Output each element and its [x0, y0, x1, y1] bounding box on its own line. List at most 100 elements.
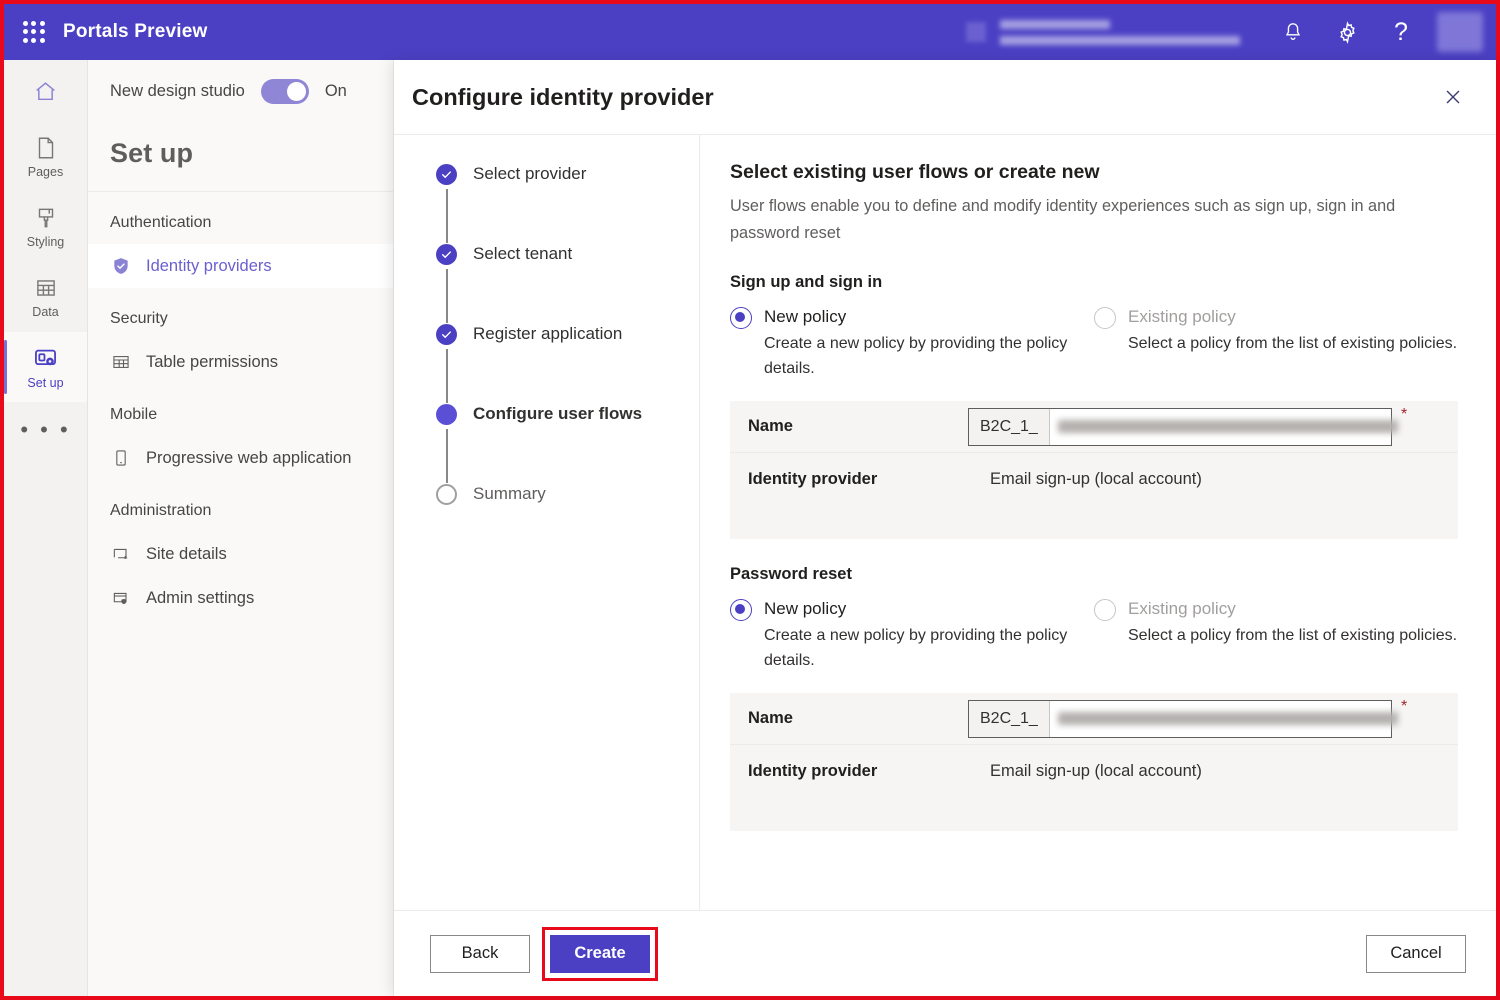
policy-name-value-redacted [1050, 409, 1406, 445]
question-mark-icon[interactable]: ? [1374, 4, 1428, 60]
identity-provider-value: Email sign-up (local account) [990, 761, 1202, 780]
radio-option-description: Create a new policy by providing the pol… [764, 335, 1068, 377]
new-design-studio-toggle[interactable] [260, 78, 309, 104]
close-x-icon[interactable] [1436, 80, 1470, 114]
radio-option-title: Existing policy [1128, 599, 1236, 618]
wizard-step-select-provider[interactable]: Select provider [436, 163, 699, 243]
sidebar-item-label: Identity providers [146, 256, 272, 275]
section-heading-sign-up-and-sign-in: Sign up and sign in [730, 273, 883, 291]
environment-name-redacted [1000, 19, 1110, 29]
nav-group-label: Security [110, 310, 168, 327]
wizard-step-label: Select tenant [473, 244, 573, 263]
nav-group-label: Authentication [110, 214, 212, 231]
site-edit-icon [110, 543, 132, 565]
sidebar-item-label: Pages [27, 165, 64, 179]
sidebar-item-identity-providers[interactable]: Identity providers [88, 244, 393, 288]
sidebar-item-admin-settings[interactable]: Admin settings [88, 576, 393, 620]
policy-details-card-password-reset: Name B2C_1_ * Identity provider Email si… [730, 693, 1458, 831]
name-field-row: Name B2C_1_ * [730, 693, 1458, 745]
avatar-image-redacted [1437, 12, 1483, 52]
radio-option-title: Existing policy [1128, 307, 1236, 326]
bell-icon[interactable] [1266, 4, 1320, 60]
pane-heading: Select existing user flows or create new [730, 161, 1100, 183]
identity-provider-row: Identity provider Email sign-up (local a… [730, 745, 1458, 797]
radio-group-password-reset: New policy Create a new policy by provid… [730, 598, 1458, 673]
nav-group-label: Administration [110, 502, 212, 519]
toggle-knob [286, 81, 306, 101]
topbar-right-cluster: ? [966, 4, 1496, 60]
table-grid-icon [110, 351, 132, 373]
radio-option-title: New policy [764, 599, 847, 618]
page-title: Set up [110, 138, 194, 168]
identity-provider-label: Identity provider [748, 761, 878, 780]
radio-option-description: Select a policy from the list of existin… [1128, 335, 1458, 352]
policy-name-prefix: B2C_1_ [969, 700, 1050, 737]
dialog-body: Select provider Select tenant Register a… [394, 134, 1496, 910]
gear-icon[interactable] [1320, 4, 1374, 60]
section-heading-password-reset: Password reset [730, 565, 852, 583]
wizard-step-select-tenant[interactable]: Select tenant [436, 243, 699, 323]
create-button[interactable]: Create [550, 934, 650, 973]
home-icon[interactable] [4, 60, 87, 122]
wizard-step-configure-user-flows[interactable]: Configure user flows [436, 403, 699, 483]
new-design-studio-label: New design studio [110, 81, 245, 100]
toggle-state-label: On [324, 81, 347, 100]
sidebar-item-label: Progressive web application [146, 448, 352, 467]
radio-new-policy-input[interactable] [730, 307, 752, 329]
policy-name-input[interactable]: B2C_1_ [968, 699, 1398, 738]
policy-name-input[interactable]: B2C_1_ [968, 407, 1398, 446]
sidebar-item-pages[interactable]: Pages [4, 122, 87, 192]
identity-provider-row: Identity provider Email sign-up (local a… [730, 453, 1458, 505]
dialog-main-pane: Select existing user flows or create new… [700, 135, 1496, 910]
radio-new-policy-input[interactable] [730, 599, 752, 621]
wizard-step-summary[interactable]: Summary [436, 483, 699, 505]
radio-option-description: Select a policy from the list of existin… [1128, 627, 1458, 644]
cancel-button[interactable]: Cancel [1366, 934, 1466, 973]
wizard-steps: Select provider Select tenant Register a… [394, 135, 700, 910]
radio-group-sign-up-sign-in: New policy Create a new policy by provid… [730, 306, 1458, 381]
avatar[interactable] [1434, 10, 1486, 54]
sidebar-item-label: Site details [146, 544, 227, 563]
identity-provider-label: Identity provider [748, 469, 878, 488]
radio-option-new-policy[interactable]: New policy Create a new policy by provid… [730, 598, 1094, 673]
radio-existing-policy-input[interactable] [1094, 599, 1116, 621]
radio-existing-policy-input[interactable] [1094, 307, 1116, 329]
sidebar-overflow-icon[interactable]: • • • [4, 402, 87, 458]
sidebar-item-styling[interactable]: Styling [4, 192, 87, 262]
step-check-icon [436, 324, 457, 345]
sidebar-item-progressive-web-application[interactable]: Progressive web application [88, 436, 393, 480]
screenshot-root: Portals Preview ? Pages Styling Data Set… [0, 0, 1500, 1000]
sidebar-item-table-permissions[interactable]: Table permissions [88, 340, 393, 384]
environment-detail-redacted [1000, 35, 1240, 45]
sidebar-item-site-details[interactable]: Site details [88, 532, 393, 576]
pane-description: User flows enable you to define and modi… [730, 197, 1396, 242]
admin-shield-icon [110, 587, 132, 609]
radio-option-description: Create a new policy by providing the pol… [764, 627, 1068, 669]
dialog-footer: Back Create Cancel [394, 910, 1496, 996]
back-button[interactable]: Back [430, 934, 530, 973]
shield-check-icon [110, 255, 132, 277]
sidebar-item-data[interactable]: Data [4, 262, 87, 332]
wizard-step-register-application[interactable]: Register application [436, 323, 699, 403]
setup-nav-panel: New design studio On Set up Authenticati… [88, 60, 394, 996]
environment-info [966, 19, 1240, 45]
step-empty-dot-icon [436, 484, 457, 505]
sidebar-item-label: Data [32, 305, 59, 319]
configure-identity-provider-dialog: Configure identity provider Select provi… [394, 60, 1496, 996]
sidebar-item-set-up[interactable]: Set up [4, 332, 87, 402]
policy-name-value-redacted [1050, 701, 1406, 737]
radio-option-existing-policy[interactable]: Existing policy Select a policy from the… [1094, 306, 1458, 381]
radio-option-new-policy[interactable]: New policy Create a new policy by provid… [730, 306, 1094, 381]
create-button-highlight: Create [542, 926, 658, 981]
sidebar-item-label: Table permissions [146, 352, 279, 371]
radio-option-title: New policy [764, 307, 847, 326]
required-marker: * [1401, 697, 1408, 715]
mobile-phone-icon [110, 447, 132, 469]
radio-option-existing-policy[interactable]: Existing policy Select a policy from the… [1094, 598, 1458, 673]
step-check-icon [436, 244, 457, 265]
dialog-header: Configure identity provider [394, 60, 1496, 134]
wizard-step-label: Summary [473, 484, 546, 503]
name-field-row: Name B2C_1_ * [730, 401, 1458, 453]
waffle-grid-icon[interactable] [19, 17, 49, 47]
app-title: Portals Preview [63, 21, 208, 42]
